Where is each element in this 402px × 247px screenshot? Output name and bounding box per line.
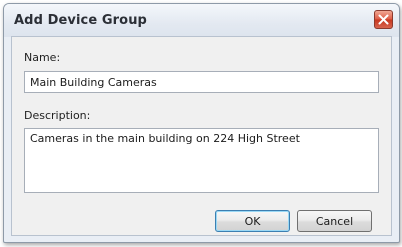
description-label: Description:: [24, 109, 91, 122]
ok-button[interactable]: OK: [215, 210, 290, 232]
description-textarea[interactable]: Cameras in the main building on 224 High…: [24, 128, 379, 193]
name-input[interactable]: [24, 71, 379, 93]
close-icon: [378, 14, 389, 25]
cancel-button[interactable]: Cancel: [297, 210, 372, 232]
add-device-group-dialog: Add Device Group Name: Description: Came…: [3, 3, 400, 243]
dialog-body: Name: Description: Cameras in the main b…: [11, 36, 392, 236]
title-bar[interactable]: Add Device Group: [4, 4, 399, 37]
name-label: Name:: [24, 51, 61, 64]
close-button[interactable]: [374, 10, 393, 29]
dialog-title: Add Device Group: [14, 13, 147, 28]
